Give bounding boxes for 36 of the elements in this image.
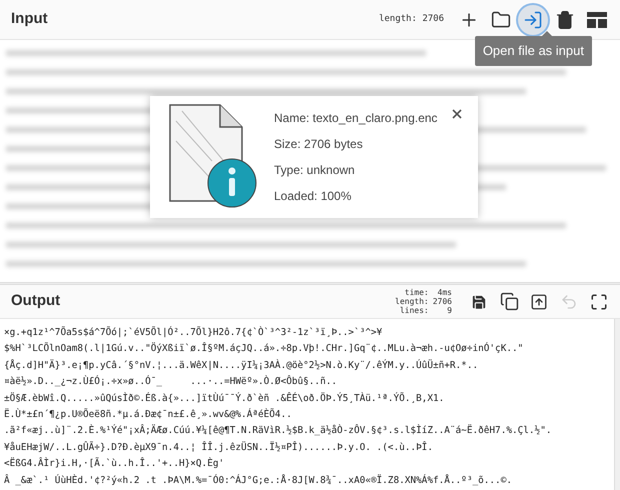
output-line: ×g.+q1z¹^7Õa5s$á^7Õó|;`éV5Õl|Ó²..7Õl}H2ô.7{¢`Ò`³^3²-1z`³ï¸Þ..>`³^>¥: [4, 325, 384, 340]
output-line: <ËßG4.ÂÌr}i.H,·[Ã.`ù..h.Î..'+..H}×Q.Èg': [4, 456, 226, 472]
file-info-text: Size: 2706 bytes: [274, 136, 364, 153]
output-title: Output: [11, 291, 60, 312]
layout-icon: [587, 12, 607, 28]
upload-icon: [530, 292, 548, 310]
maximize-icon: [590, 292, 608, 310]
output-line: $%H`³LCÕlnOam8(.l|1Gú.v.."ÖýXßiï`ø.Î§ºM.áçJQ..á».÷8p.Vþ!.CHr.]Gq¨¢..MLu.à¬æh.-u¢Oø÷inÓ'çK..": [4, 341, 524, 356]
copy-icon: [500, 292, 518, 311]
output-line: ±Ö§Æ.èbWî.Q.....»ûQúsÌð©.Éß.à{»...]ïtÙú¯¯Ý.ð`èñ .&ÊÉ\oð.ÖÞ.Ý5¸TÀü.¹ª.ÝÕ.¸B,X1.: [4, 391, 446, 406]
trash-icon: [555, 10, 575, 30]
stat-label: lines:: [398, 306, 429, 315]
open-file-icon: [523, 10, 543, 30]
output-line: .ã²f«æj..ù]¨.2.È.%¹Ýé"¡xÂ;ÄÆø.Cúú.¥¼[ê@¶T.N.RäVìR.½$B.k_ä½åÒ-zÔV.§¢³.s.l$ÌíZ..A¨á~Ë.ðêH7.%.Çl.½".: [4, 423, 552, 438]
stat-label: length:: [395, 297, 429, 306]
stat-value: 4ms: [436, 288, 452, 297]
file-info-text: Name: texto_en_claro.png.enc: [274, 110, 438, 127]
folder-icon: [491, 10, 511, 30]
stat-value: 9: [446, 306, 452, 315]
output-line: ¤àë½».D.._¿¬z.Ù£Ó¡.÷x»ø..Ó¯_ ...·..=HWëº».Ò.Ø<Ôbû§..ñ..: [4, 374, 338, 390]
stat-value: 2706: [432, 297, 452, 306]
output-line: {Åç.d]H"Ä}³.e¡¶p.yCâ.´§°nV.¦...ä.WêX|N....ÿI¼¡3AÀ.@öè°2½>N.ò.Ky¨/.êÝM.y..ÚûÜ±ñ+R.*..: [4, 358, 480, 373]
input-title: Input: [11, 9, 48, 30]
output-line: ¥åuEHæjW/..L.gÛÃ÷}.D?Ð.èµX9¯n.4..¦ ÎÎ.j.êzÜSN..Ï½¤PÎ)......Þ.y.O. .(<.ù..ÞÎ.: [4, 440, 434, 455]
undo-icon: [560, 292, 578, 310]
file-info-text: Loaded: 100%: [274, 188, 352, 205]
close-icon[interactable]: [452, 109, 462, 119]
input-length: length: 2706: [378, 12, 444, 26]
file-info-text: Type: unknown: [274, 162, 356, 179]
open-file-button[interactable]: [518, 4, 548, 34]
stat-label: time:: [404, 288, 429, 297]
save-icon: [470, 292, 488, 310]
tooltip: Open file as input: [474, 36, 592, 66]
output-line: Ë.Ù*±£n´¶¿p.U®Õeë8ñ.*µ.á.Ðæ¢¯n±£.ê¸».wv&@%.ÁªéÈÕ4..: [4, 407, 293, 422]
output-line: Â _&æ`.¹ ÚùHÈd.'¢?²ý«h.2 .t .ÞA\M.%=¯Ó0:^ÁJ°G;e.:Å·8J[W.8¾¯..xA0«®Ï.Z8.XN%Á%f.Å..º³_õ...©.: [4, 473, 513, 488]
scrollbar[interactable]: [614, 319, 620, 490]
